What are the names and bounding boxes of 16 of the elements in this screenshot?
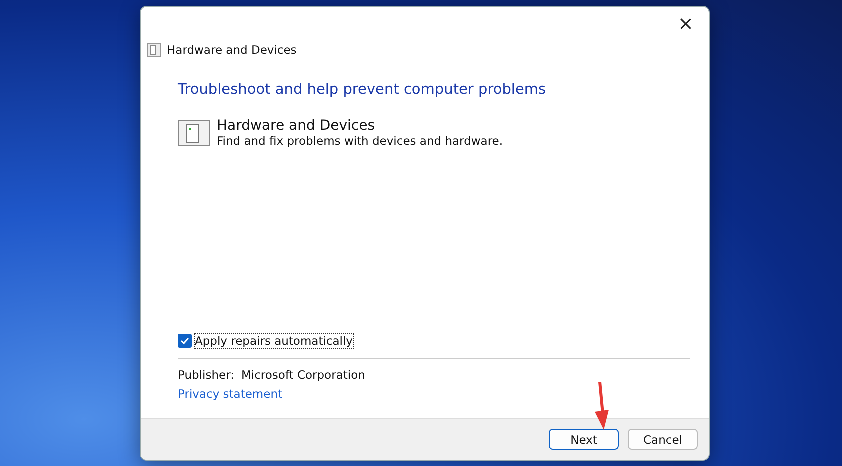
- troubleshooter-description: Find and fix problems with devices and hardware.: [217, 134, 504, 148]
- annotation-arrow: [594, 382, 610, 430]
- checkbox[interactable]: [178, 334, 192, 348]
- checkbox-label: Apply repairs automatically: [195, 334, 353, 348]
- publisher-name: Microsoft Corporation: [241, 368, 366, 382]
- close-button[interactable]: ×: [663, 7, 709, 41]
- checkmark-icon: [180, 336, 190, 346]
- cancel-button[interactable]: Cancel: [628, 429, 698, 450]
- privacy-link[interactable]: Privacy statement: [178, 387, 282, 401]
- next-button[interactable]: Next: [549, 429, 619, 450]
- device-icon: [178, 120, 210, 146]
- publisher-label: Publisher:: [178, 368, 234, 382]
- troubleshooter-name: Hardware and Devices: [217, 118, 376, 134]
- device-icon: [147, 43, 161, 57]
- page-heading: Troubleshoot and help prevent computer problems: [178, 82, 548, 98]
- window-title: Hardware and Devices: [167, 43, 297, 57]
